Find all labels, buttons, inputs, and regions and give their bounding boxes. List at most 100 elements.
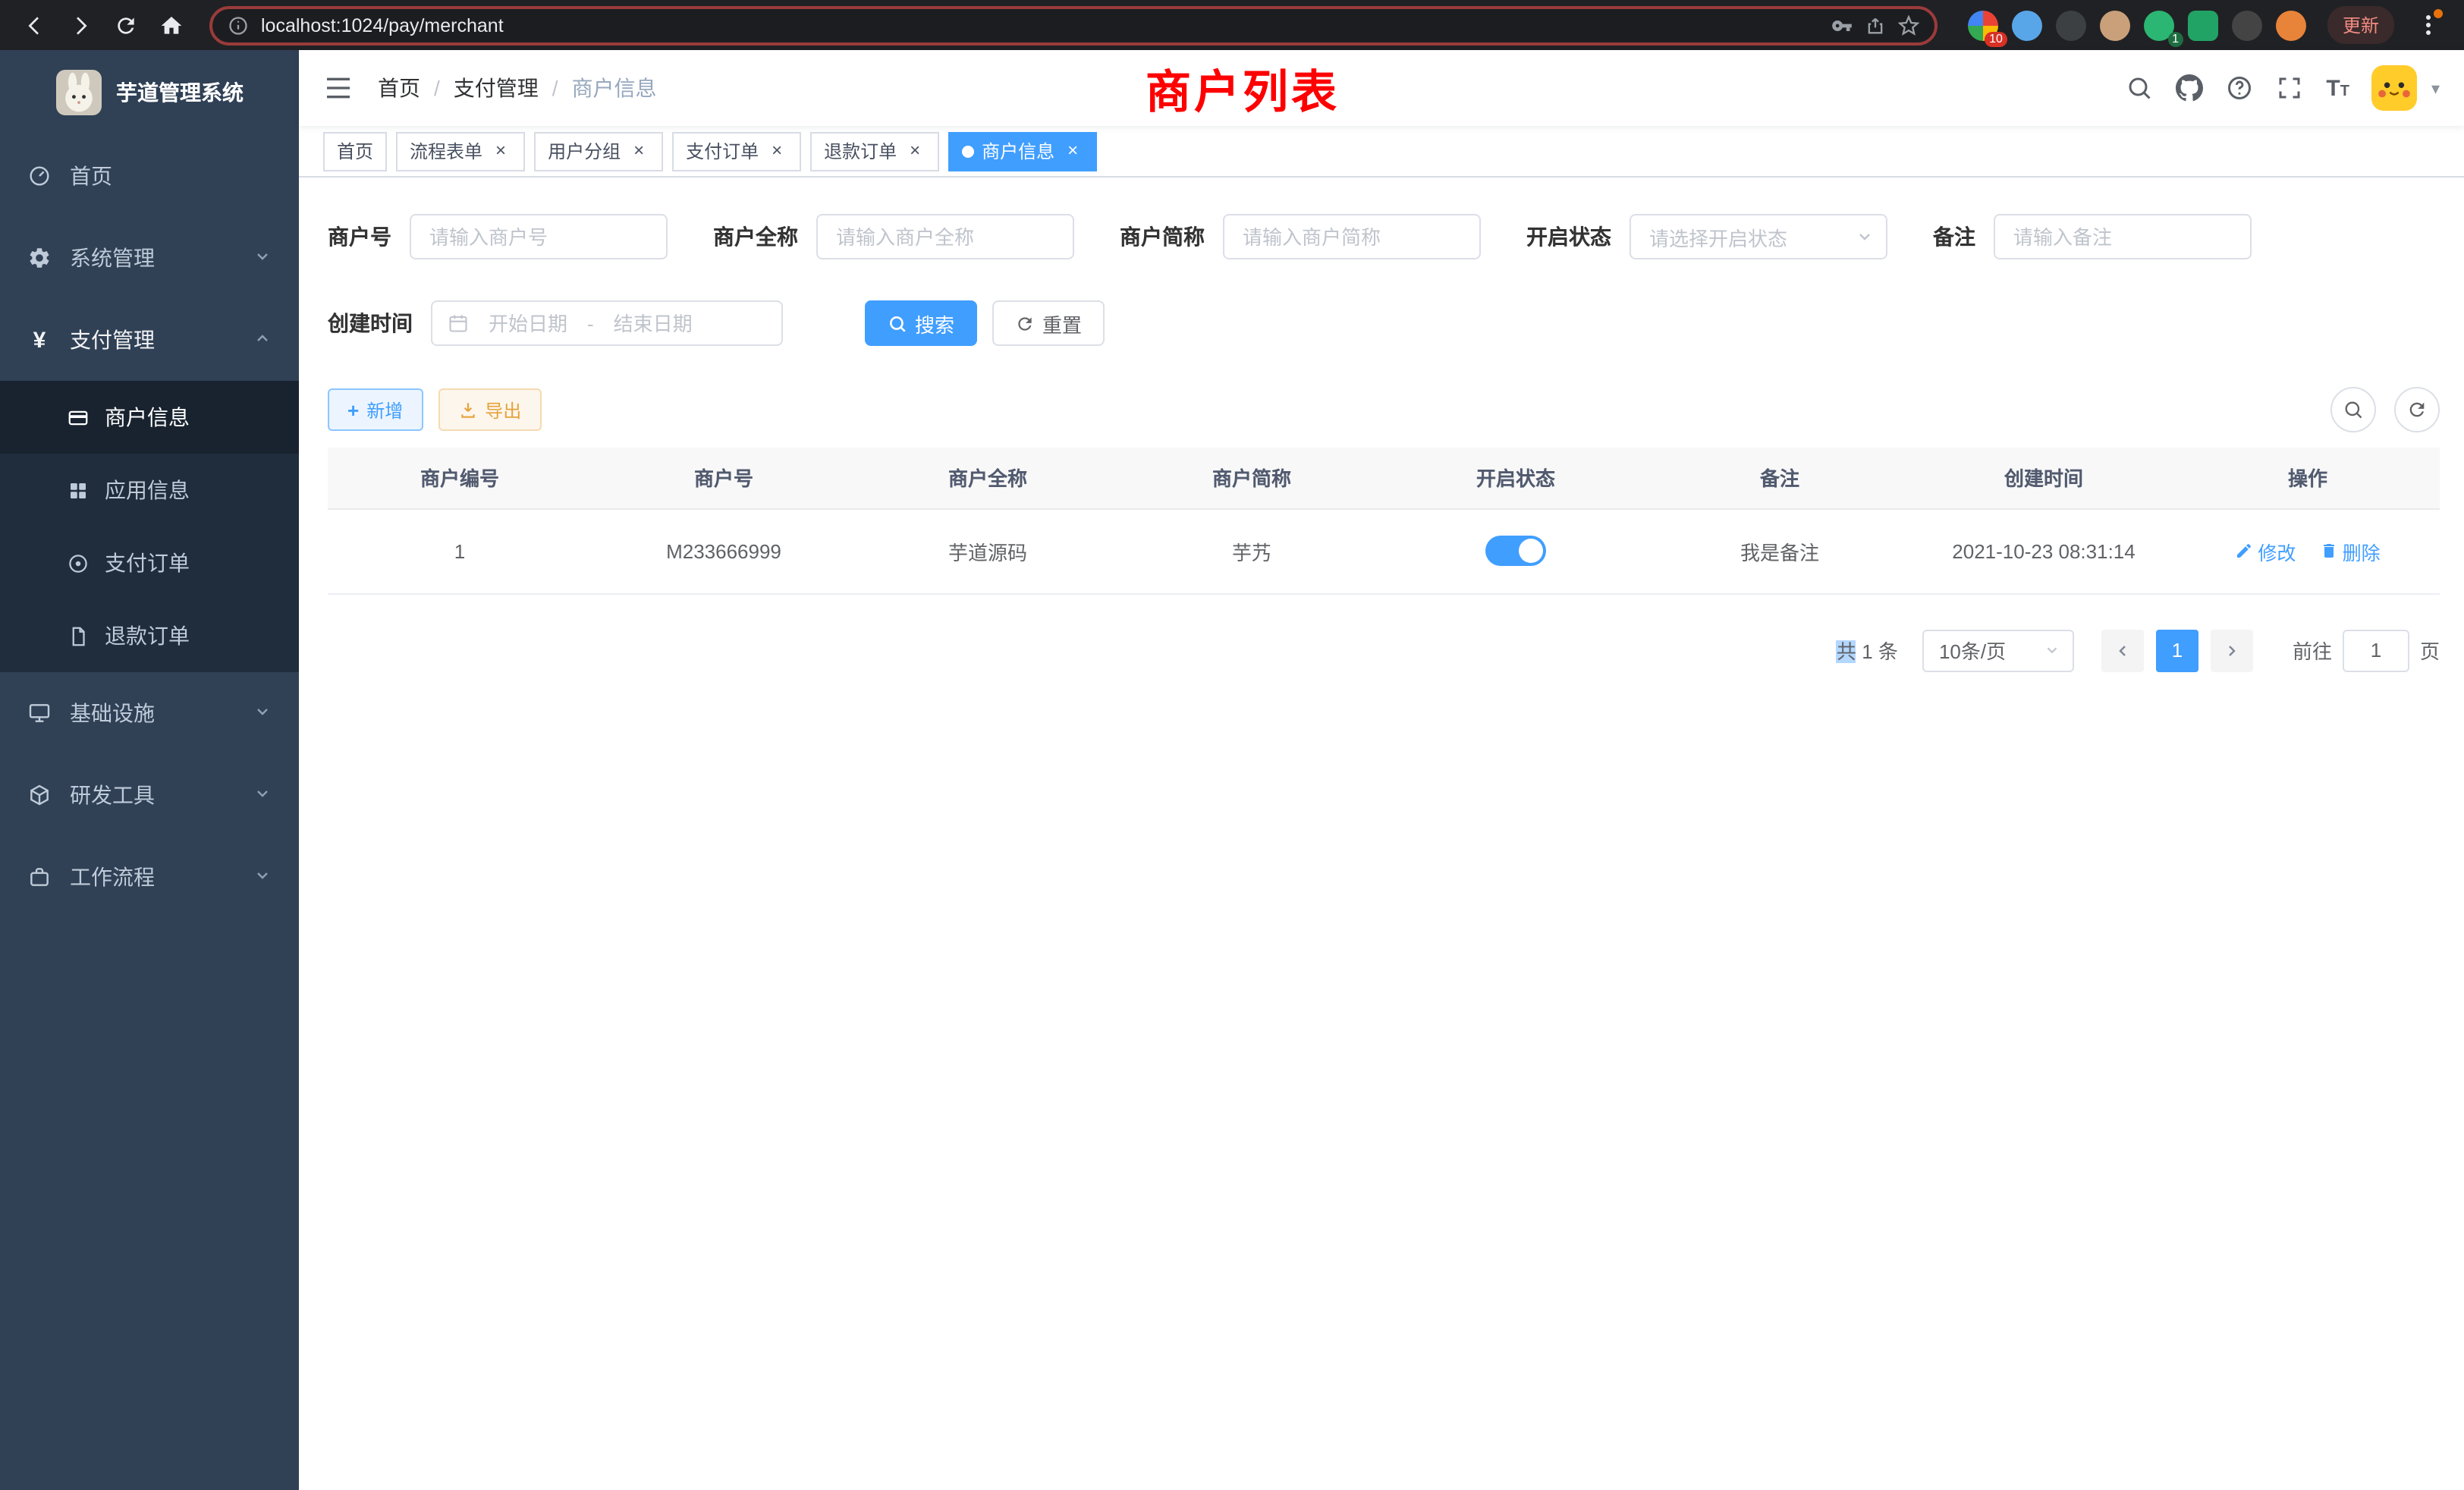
help-icon[interactable]	[2226, 74, 2253, 102]
page-size-value: 10条/页	[1939, 636, 2006, 665]
extension-avatar-icon[interactable]	[2100, 10, 2130, 40]
font-size-icon[interactable]: TT	[2326, 75, 2349, 101]
extension-dark-icon[interactable]	[2056, 10, 2086, 40]
logo-avatar	[55, 70, 101, 115]
col-short-name: 商户简称	[1120, 448, 1384, 508]
prev-page-button[interactable]	[2101, 629, 2144, 671]
dashboard-icon	[27, 164, 52, 188]
url-text[interactable]: localhost:1024/pay/merchant	[261, 14, 1819, 36]
close-icon[interactable]: ×	[904, 140, 926, 162]
tab-pay-order[interactable]: 支付订单 ×	[672, 131, 801, 171]
tab-refund-order[interactable]: 退款订单 ×	[810, 131, 939, 171]
close-icon[interactable]: ×	[766, 140, 787, 162]
merchant-no-input[interactable]	[410, 214, 668, 259]
refresh-table-button[interactable]	[2394, 387, 2440, 432]
close-icon[interactable]: ×	[490, 140, 511, 162]
document-icon	[67, 624, 90, 647]
tab-label: 用户分组	[548, 138, 621, 164]
payment-submenu: 商户信息 应用信息 支付订单 退款订单	[0, 381, 299, 672]
app-logo[interactable]: 芋道管理系统	[0, 50, 299, 135]
goto-page-input[interactable]	[2343, 629, 2409, 671]
short-name-input[interactable]	[1223, 214, 1481, 259]
password-key-icon[interactable]	[1831, 14, 1853, 36]
extension-pin-icon[interactable]	[2232, 10, 2262, 40]
export-button[interactable]: 导出	[438, 388, 541, 431]
add-button[interactable]: + 新增	[328, 388, 423, 431]
breadcrumb-separator: /	[552, 76, 558, 100]
sidebar-item-infrastructure[interactable]: 基础设施	[0, 672, 299, 754]
sidebar-item-home[interactable]: 首页	[0, 135, 299, 217]
trash-icon	[2320, 542, 2338, 560]
tab-merchant-info[interactable]: 商户信息 ×	[948, 131, 1097, 171]
close-icon[interactable]: ×	[1062, 140, 1083, 162]
browser-back-button[interactable]	[15, 5, 55, 45]
browser-menu-button[interactable]	[2412, 8, 2443, 42]
sidebar-item-merchant-info[interactable]: 商户信息	[0, 381, 299, 454]
chevron-down-icon	[253, 783, 272, 807]
status-select[interactable]: 请选择开启状态	[1630, 214, 1887, 259]
fullscreen-icon[interactable]	[2276, 74, 2303, 102]
cell-full-name: 芋道源码	[856, 508, 1120, 593]
github-icon[interactable]	[2176, 74, 2203, 102]
delete-link[interactable]: 删除	[2320, 536, 2381, 565]
sidebar-item-refund-order[interactable]: 退款订单	[0, 599, 299, 672]
page-size-select[interactable]: 10条/页	[1922, 629, 2074, 671]
create-time-range[interactable]: -	[431, 300, 783, 346]
sidebar-collapse-button[interactable]	[323, 73, 354, 103]
col-create-time: 创建时间	[1912, 448, 2176, 508]
breadcrumb: 首页 / 支付管理 / 商户信息	[378, 73, 657, 103]
cell-short-name: 芋艿	[1120, 508, 1384, 593]
address-bar[interactable]: localhost:1024/pay/merchant	[209, 5, 1938, 45]
page-1-button[interactable]: 1	[2156, 629, 2198, 671]
avatar-caret-icon[interactable]: ▾	[2431, 78, 2440, 98]
search-icon[interactable]	[2126, 74, 2153, 102]
reset-button[interactable]: 重置	[992, 300, 1105, 346]
gear-icon	[27, 246, 52, 270]
bookmark-star-icon[interactable]	[1898, 14, 1919, 36]
breadcrumb-home[interactable]: 首页	[378, 73, 420, 103]
sidebar-item-dev-tools[interactable]: 研发工具	[0, 754, 299, 836]
sidebar-item-system[interactable]: 系统管理	[0, 217, 299, 299]
sidebar-item-label: 应用信息	[105, 475, 190, 505]
toggle-search-button[interactable]	[2330, 387, 2376, 432]
browser-forward-button[interactable]	[61, 5, 100, 45]
edit-icon	[2235, 542, 2253, 560]
start-date-input[interactable]	[478, 312, 578, 335]
extension-blue-icon[interactable]	[2012, 10, 2042, 40]
browser-reload-button[interactable]	[106, 5, 146, 45]
end-date-input[interactable]	[603, 312, 703, 335]
tab-home[interactable]: 首页	[323, 131, 387, 171]
browser-home-button[interactable]	[152, 5, 191, 45]
tab-process-form[interactable]: 流程表单 ×	[396, 131, 525, 171]
site-info-icon[interactable]	[228, 14, 249, 36]
sidebar-item-label: 商户信息	[105, 402, 190, 432]
remark-input[interactable]	[1994, 214, 2252, 259]
tab-user-group[interactable]: 用户分组 ×	[534, 131, 663, 171]
close-icon[interactable]: ×	[628, 140, 649, 162]
sidebar-item-pay-order[interactable]: 支付订单	[0, 527, 299, 599]
breadcrumb-payment[interactable]: 支付管理	[454, 73, 539, 103]
extension-green-square-icon[interactable]	[2188, 10, 2218, 40]
sidebar-item-app-info[interactable]: 应用信息	[0, 454, 299, 527]
search-button[interactable]: 搜索	[865, 300, 977, 346]
sidebar: 芋道管理系统 首页 系统管理 ¥ 支付管理	[0, 50, 299, 1490]
extension-orange-avatar-icon[interactable]	[2276, 10, 2306, 40]
sidebar-item-workflow[interactable]: 工作流程	[0, 836, 299, 918]
sidebar-item-payment[interactable]: ¥ 支付管理	[0, 299, 299, 381]
next-page-button[interactable]	[2211, 629, 2253, 671]
app-title: 芋道管理系统	[116, 77, 244, 108]
share-icon[interactable]	[1865, 14, 1886, 36]
extension-badge: 10	[1985, 31, 2007, 46]
chrome-update-button[interactable]: 更新	[2327, 6, 2394, 44]
filter-row-2: 创建时间 - 搜索 重置	[328, 300, 2440, 346]
create-time-label: 创建时间	[328, 308, 413, 338]
extension-green-icon[interactable]: 1	[2144, 10, 2174, 40]
extension-badge: 1	[2167, 31, 2183, 46]
user-avatar[interactable]	[2372, 65, 2418, 111]
briefcase-icon	[27, 865, 52, 889]
extension-colorful-icon[interactable]: 10	[1968, 10, 1998, 40]
status-toggle[interactable]	[1485, 536, 1546, 566]
jump-suffix: 页	[2420, 636, 2440, 665]
edit-link[interactable]: 修改	[2235, 536, 2296, 565]
full-name-input[interactable]	[816, 214, 1074, 259]
